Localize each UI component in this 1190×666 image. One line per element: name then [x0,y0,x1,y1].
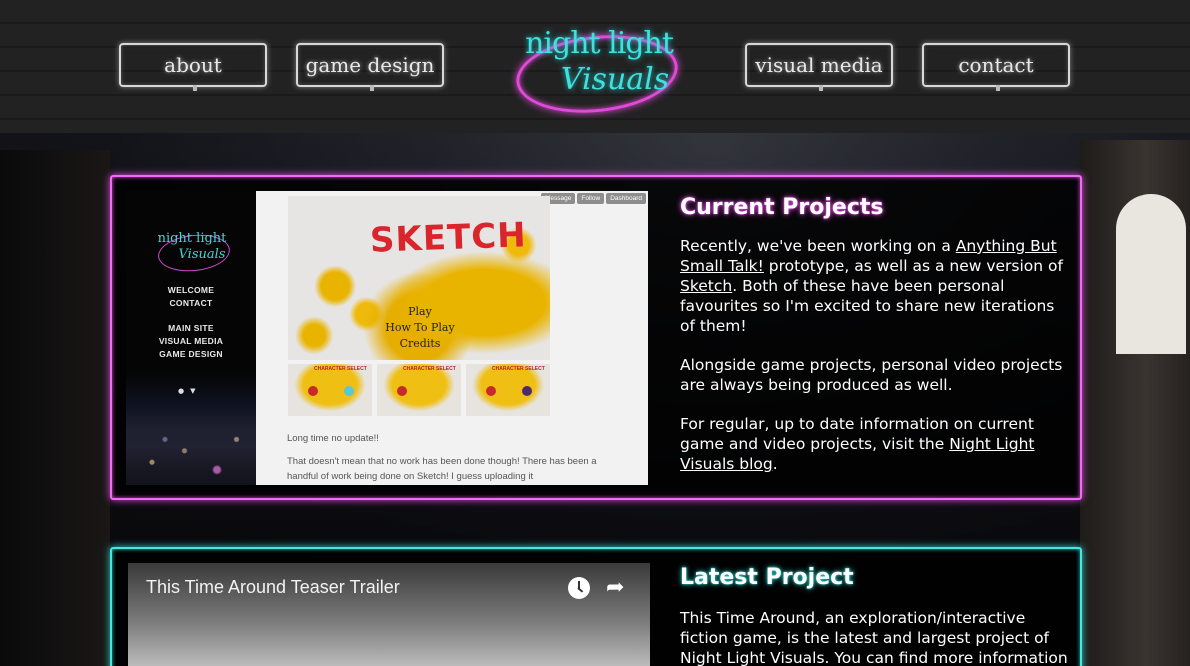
latest-project-panel: This Time Around Teaser Trailer ➦ Latest… [110,547,1082,666]
current-projects-paragraph-2: Alongside game projects, personal video … [680,356,1063,394]
mini-menu-group-b: MAIN SITE VISUAL MEDIA GAME DESIGN [126,322,256,361]
city-lights-image [126,409,256,485]
github-icon: ● [178,387,191,395]
twitter-icon: ▼ [190,387,202,395]
current-projects-paragraph-1: Recently, we've been working on a Anythi… [680,237,1063,335]
sketch-game-menu: Play How To Play Credits [380,304,460,352]
mini-menu-item: MAIN SITE [168,323,214,333]
site-header: about game design night light Visuals vi… [0,0,1190,133]
mini-menu-item: CONTACT [169,298,213,308]
mini-logo-line-1: night light [157,231,227,246]
thumbnail-title: CHARACTER SELECT [403,366,456,372]
sketch-title-screen: SKETCH Play How To Play Credits [288,196,550,360]
logo-line-1: night light [525,26,674,61]
sketch-menu-item: Play [408,305,432,318]
blog-paragraph: Long time no update!! [287,433,379,444]
watch-later-icon[interactable] [568,577,590,599]
blog-paragraph: That doesn't mean that no work has been … [287,456,597,482]
logo-line-2: Visuals [560,62,670,97]
blog-toolbar: Message Follow Dashboard [541,193,646,204]
background-building-left [0,150,110,666]
current-projects-paragraph-3: For regular, up to date information on c… [680,415,1035,473]
mini-menu-item: WELCOME [167,285,215,295]
current-projects-panel: night light Visuals WELCOME CONTACT MAIN… [110,175,1082,500]
site-logo[interactable]: night light Visuals [510,14,682,121]
share-icon[interactable]: ➦ [606,575,624,600]
mini-site-logo: night light Visuals [154,225,232,275]
latest-project-text: This Time Around, an exploration/interac… [680,609,1068,666]
blog-dashboard-button: Dashboard [606,193,646,204]
video-title[interactable]: This Time Around Teaser Trailer [146,577,400,598]
nav-visual-media-button[interactable]: visual media [745,43,893,91]
sketch-thumbnail: CHARACTER SELECT [466,364,550,416]
mini-menu-item: GAME DESIGN [159,349,223,359]
sketch-game-title: SKETCH [369,215,528,261]
mini-menu-item: VISUAL MEDIA [158,336,224,346]
nav-game-design-button[interactable]: game design [296,43,444,91]
mini-menu-group-a: WELCOME CONTACT [126,284,256,310]
video-player[interactable]: This Time Around Teaser Trailer ➦ [128,563,650,666]
background-building-right [1080,140,1190,666]
thumbnail-title: CHARACTER SELECT [492,366,545,372]
mini-site-preview: night light Visuals WELCOME CONTACT MAIN… [126,191,256,485]
sketch-menu-item: Credits [399,337,441,350]
sketch-thumbnail: CHARACTER SELECT [377,364,461,416]
mini-logo-line-2: Visuals [178,247,226,262]
latest-project-title: Latest Project [680,565,854,590]
current-projects-title: Current Projects [680,195,884,220]
mini-social-icons: ●▼ [178,387,202,395]
thumbnail-title: CHARACTER SELECT [314,366,367,372]
sketch-thumbnail: CHARACTER SELECT [288,364,372,416]
sketch-menu-item: How To Play [385,321,455,334]
nav-contact-button[interactable]: contact [922,43,1070,91]
blog-screenshot: Message Follow Dashboard SKETCH Play How… [256,191,648,485]
sketch-link[interactable]: Sketch [680,277,732,295]
background-arched-window [1116,194,1186,354]
nav-about-button[interactable]: about [119,43,267,91]
blog-follow-button: Follow [577,193,605,204]
